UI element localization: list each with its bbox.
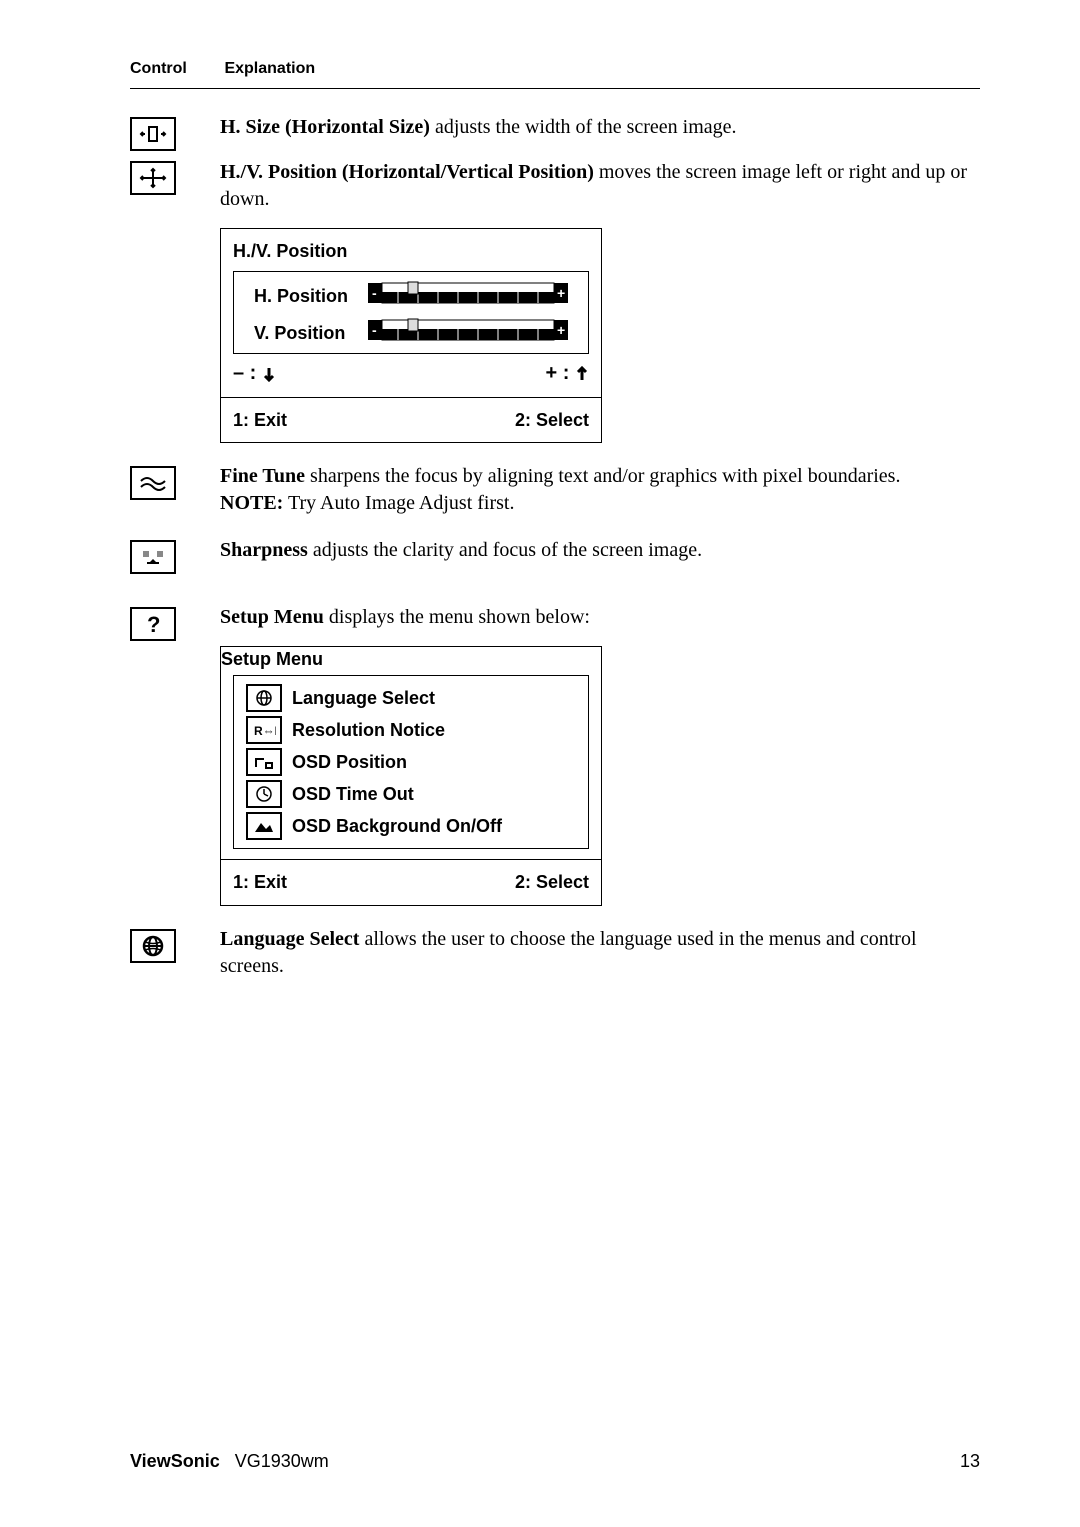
- setup-exit: 1: Exit: [233, 870, 287, 894]
- language-select-large-icon: [130, 929, 176, 963]
- note-text: Try Auto Image Adjust first.: [283, 492, 514, 514]
- setup-select: 2: Select: [515, 870, 589, 894]
- svg-text:+: +: [557, 285, 565, 301]
- setup-menu-para: Setup Menu displays the menu shown below…: [220, 604, 980, 631]
- hv-panel-title: H./V. Position: [221, 229, 601, 271]
- hv-exit: 1: Exit: [233, 408, 287, 432]
- footer-model: VG1930wm: [235, 1451, 329, 1471]
- svg-text:-: -: [372, 322, 377, 338]
- fine-tune-text: sharpens the focus by aligning text and/…: [305, 465, 900, 487]
- hv-position-panel: H./V. Position H. Position - +: [220, 228, 602, 443]
- setup-menu-panel: Setup Menu Language Select R⇔N Resolutio…: [220, 646, 602, 906]
- resolution-notice-icon: R⇔N: [246, 716, 282, 744]
- h-size-bold: H. Size (Horizontal Size): [220, 116, 430, 138]
- svg-text:+: +: [557, 322, 565, 338]
- page-footer: ViewSonic VG1930wm 13: [130, 1451, 980, 1472]
- h-size-para: H. Size (Horizontal Size) adjusts the wi…: [220, 114, 980, 141]
- fine-tune-bold: Fine Tune: [220, 465, 305, 487]
- language-select-bold: Language Select: [220, 928, 359, 950]
- svg-text:-: -: [372, 285, 377, 301]
- h-position-slider: - +: [368, 280, 568, 312]
- fine-tune-icon: [130, 466, 176, 500]
- setup-panel-title: Setup Menu: [221, 647, 601, 671]
- page-number: 13: [960, 1451, 980, 1472]
- osd-position-icon: [246, 748, 282, 776]
- setup-menu-bold: Setup Menu: [220, 606, 324, 628]
- note-bold: NOTE:: [220, 492, 283, 514]
- svg-text:?: ?: [147, 612, 160, 636]
- h-position-label: H. Position: [254, 284, 368, 308]
- osd-timeout-icon: [246, 780, 282, 808]
- table-header: Control Explanation: [130, 60, 980, 89]
- h-size-icon: [130, 117, 176, 151]
- language-select-para: Language Select allows the user to choos…: [220, 926, 980, 980]
- language-select-label: Language Select: [292, 686, 435, 710]
- setup-menu-icon: ?: [130, 607, 176, 641]
- v-position-label: V. Position: [254, 321, 368, 345]
- sharpness-icon: [130, 540, 176, 574]
- fine-tune-note: NOTE: Try Auto Image Adjust first.: [220, 490, 980, 517]
- setup-menu-text: displays the menu shown below:: [324, 606, 590, 628]
- svg-text:R⇔N: R⇔N: [254, 724, 276, 738]
- plus-hint: + :: [546, 360, 589, 387]
- hv-position-icon: [130, 161, 176, 195]
- header-explanation: Explanation: [224, 60, 315, 77]
- osd-background-label: OSD Background On/Off: [292, 814, 502, 838]
- language-select-icon: [246, 684, 282, 712]
- footer-brand: ViewSonic: [130, 1451, 220, 1471]
- sharpness-text: adjusts the clarity and focus of the scr…: [308, 539, 702, 561]
- resolution-notice-label: Resolution Notice: [292, 718, 445, 742]
- hv-select: 2: Select: [515, 408, 589, 432]
- header-control: Control: [130, 60, 220, 78]
- osd-background-icon: [246, 812, 282, 840]
- hv-position-para: H./V. Position (Horizontal/Vertical Posi…: [220, 159, 980, 213]
- minus-hint: – :: [233, 360, 276, 387]
- osd-timeout-label: OSD Time Out: [292, 782, 414, 806]
- v-position-slider: - +: [368, 317, 568, 349]
- osd-position-label: OSD Position: [292, 750, 407, 774]
- hv-position-bold: H./V. Position (Horizontal/Vertical Posi…: [220, 161, 594, 183]
- h-size-text: adjusts the width of the screen image.: [430, 116, 737, 138]
- fine-tune-para: Fine Tune sharpens the focus by aligning…: [220, 463, 980, 490]
- sharpness-bold: Sharpness: [220, 539, 308, 561]
- sharpness-para: Sharpness adjusts the clarity and focus …: [220, 537, 980, 564]
